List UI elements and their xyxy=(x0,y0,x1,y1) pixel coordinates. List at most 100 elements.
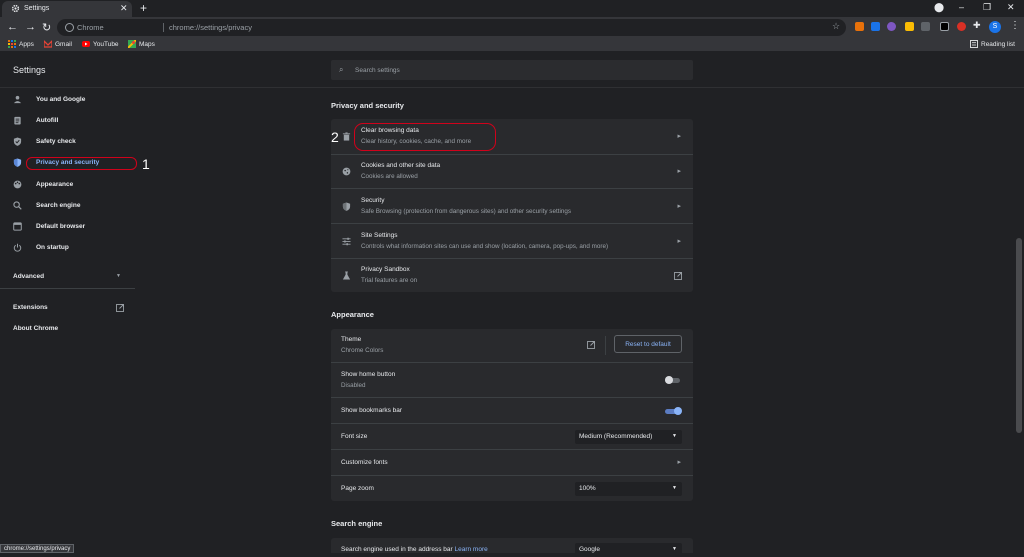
person-icon xyxy=(13,95,22,104)
extension-icon[interactable] xyxy=(905,22,914,31)
sidebar-item-search-engine[interactable]: Search engine xyxy=(0,198,135,216)
bookmarks-bar-toggle[interactable] xyxy=(665,407,682,415)
media-control-icon[interactable]: ⬤ xyxy=(934,2,944,13)
search-settings-box[interactable]: ⌕ xyxy=(331,60,693,80)
page-zoom-select[interactable]: 100% ▼ xyxy=(575,482,682,496)
sidebar-item-extensions[interactable]: Extensions xyxy=(0,300,135,318)
profile-avatar[interactable]: S xyxy=(989,21,1001,33)
annotation-number: 1 xyxy=(142,156,150,172)
bookmark-maps[interactable]: Maps xyxy=(128,40,155,48)
sidebar-item-label: About Chrome xyxy=(13,325,59,332)
security-row[interactable]: Security Safe Browsing (protection from … xyxy=(331,188,693,223)
back-button[interactable]: ← xyxy=(7,21,18,33)
forward-button[interactable]: → xyxy=(25,21,36,33)
search-engine-row-title: Search engine used in the address bar xyxy=(341,546,453,553)
sidebar-item-appearance[interactable]: Appearance xyxy=(0,177,135,195)
reset-to-default-button[interactable]: Reset to default xyxy=(614,335,682,353)
row-divider xyxy=(605,336,606,355)
url-text[interactable]: chrome://settings/privacy xyxy=(169,23,252,32)
sidebar-item-you-and-google[interactable]: You and Google xyxy=(0,92,135,110)
palette-icon xyxy=(13,180,22,189)
sidebar-item-autofill[interactable]: Autofill xyxy=(0,113,135,131)
privacy-sandbox-row[interactable]: Privacy Sandbox Trial features are on xyxy=(331,258,693,292)
search-engine-select[interactable]: Google ▼ xyxy=(575,543,682,557)
extension-icon[interactable] xyxy=(871,22,880,31)
show-bookmarks-bar-row[interactable]: Show bookmarks bar xyxy=(331,397,693,423)
appearance-card: Theme Chrome Colors Reset to default Sho… xyxy=(331,329,693,501)
extension-icon[interactable] xyxy=(940,22,949,31)
row-subtitle: Disabled xyxy=(341,382,366,389)
close-tab-icon[interactable]: ✕ xyxy=(120,3,128,14)
maximize-button[interactable]: ❐ xyxy=(983,2,991,13)
learn-more-link[interactable]: Learn more xyxy=(454,546,487,553)
search-input[interactable] xyxy=(355,64,655,76)
settings-header: Settings ⌕ xyxy=(0,52,1024,88)
row-subtitle: Trial features are on xyxy=(361,277,418,284)
row-title: Theme xyxy=(341,336,362,343)
sidebar-advanced-toggle[interactable]: Advanced ▼ xyxy=(0,269,135,287)
font-size-select[interactable]: Medium (Recommended) ▼ xyxy=(575,430,682,444)
reload-button[interactable]: ↻ xyxy=(42,21,51,34)
extension-icon[interactable] xyxy=(921,22,930,31)
open-in-new-icon[interactable] xyxy=(587,341,595,349)
sidebar-item-default-browser[interactable]: Default browser xyxy=(0,219,135,237)
bookmarks-bar: Apps Gmail YouTube Maps Reading list xyxy=(0,38,1024,52)
row-title: Customize fonts xyxy=(341,459,388,466)
row-subtitle: Controls what information sites can use … xyxy=(361,243,609,250)
scrollbar-thumb[interactable] xyxy=(1016,238,1022,433)
row-title: Privacy Sandbox xyxy=(361,266,410,273)
bookmark-gmail[interactable]: Gmail xyxy=(44,40,72,48)
close-window-button[interactable]: ✕ xyxy=(1007,2,1015,13)
open-in-new-icon xyxy=(674,272,682,280)
row-title: Site Settings xyxy=(361,232,398,239)
select-value: Medium (Recommended) xyxy=(579,433,653,440)
page-scrollbar[interactable] xyxy=(1014,88,1024,553)
bookmark-star-icon[interactable]: ☆ xyxy=(832,21,840,32)
customize-fonts-row[interactable]: Customize fonts ▸ xyxy=(331,449,693,475)
page-title: Settings xyxy=(13,65,46,75)
chevron-right-icon: ▸ xyxy=(677,168,681,175)
row-title: Show home button xyxy=(341,371,396,378)
row-subtitle: Chrome Colors xyxy=(341,347,384,354)
annotation-number: 2 xyxy=(331,129,339,145)
home-button-toggle[interactable] xyxy=(665,376,682,384)
reading-list-button[interactable]: Reading list xyxy=(970,40,1015,48)
bookmark-label: YouTube xyxy=(93,40,119,48)
sliders-icon xyxy=(342,237,351,246)
sidebar-item-about-chrome[interactable]: About Chrome xyxy=(0,321,135,339)
sidebar-item-safety-check[interactable]: Safety check xyxy=(0,134,135,152)
address-bar[interactable]: Chrome chrome://settings/privacy ☆ xyxy=(57,19,846,36)
sidebar-item-label: Search engine xyxy=(36,202,81,209)
extension-icon[interactable] xyxy=(957,22,966,31)
bookmark-apps[interactable]: Apps xyxy=(8,40,34,48)
row-title: Cookies and other site data xyxy=(361,162,441,169)
extension-icon[interactable] xyxy=(887,22,896,31)
site-settings-row[interactable]: Site Settings Controls what information … xyxy=(331,223,693,258)
bookmark-youtube[interactable]: YouTube xyxy=(82,40,119,48)
new-tab-button[interactable]: + xyxy=(140,1,147,15)
select-value: 100% xyxy=(579,485,596,492)
search-engine-row: Search engine used in the address bar Le… xyxy=(331,538,693,557)
theme-row[interactable]: Theme Chrome Colors Reset to default xyxy=(331,329,693,362)
chevron-right-icon: ▸ xyxy=(677,133,681,140)
sidebar-item-label: On startup xyxy=(36,244,69,251)
search-engine-section-title: Search engine xyxy=(331,519,383,528)
privacy-section-title: Privacy and security xyxy=(331,101,404,110)
cookie-icon xyxy=(342,167,351,176)
cookies-row[interactable]: Cookies and other site data Cookies are … xyxy=(331,154,693,188)
sidebar-divider xyxy=(0,288,135,289)
gear-icon xyxy=(11,4,20,13)
youtube-icon xyxy=(82,41,90,47)
minimize-button[interactable]: – xyxy=(959,2,964,12)
chevron-down-icon: ▼ xyxy=(672,433,677,439)
apps-grid-icon xyxy=(8,40,16,48)
show-home-button-row[interactable]: Show home button Disabled xyxy=(331,362,693,397)
site-info-icon[interactable] xyxy=(65,23,74,32)
extension-icon[interactable] xyxy=(855,22,864,31)
sidebar-item-on-startup[interactable]: On startup xyxy=(0,240,135,258)
row-title: Font size xyxy=(341,433,368,440)
puzzle-extensions-icon[interactable]: ✚ xyxy=(973,20,982,30)
maps-icon xyxy=(128,40,136,48)
more-menu-icon[interactable]: ⋮ xyxy=(1010,20,1020,31)
tab-settings[interactable]: Settings ✕ xyxy=(2,1,132,17)
